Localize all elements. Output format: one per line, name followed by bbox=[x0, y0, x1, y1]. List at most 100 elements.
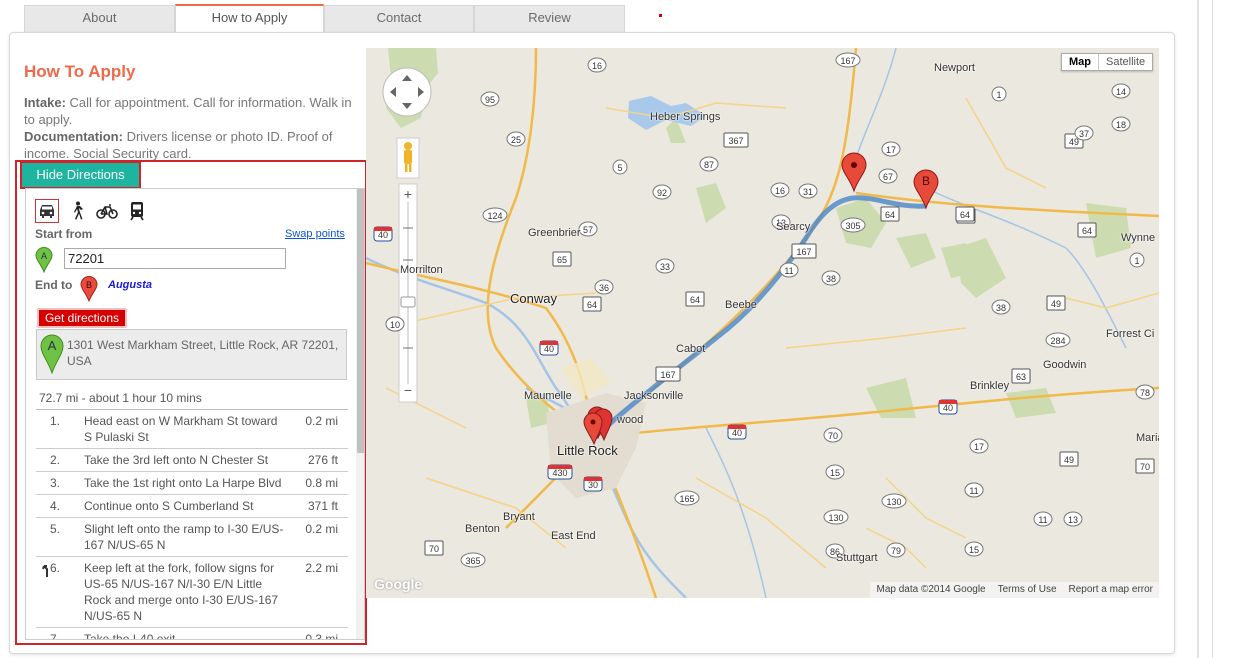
svg-text:64: 64 bbox=[885, 210, 895, 220]
route-shield: 64 bbox=[582, 296, 602, 312]
zoom-in-icon[interactable]: + bbox=[404, 186, 412, 202]
directions-scrollbar-thumb[interactable] bbox=[357, 189, 364, 453]
bicycle-mode-icon[interactable] bbox=[95, 199, 119, 223]
red-marker-dot bbox=[659, 14, 662, 17]
svg-text:40: 40 bbox=[378, 230, 388, 240]
route-shield: 49 bbox=[1046, 295, 1066, 311]
route-shield: 38 bbox=[991, 299, 1011, 315]
svg-text:165: 165 bbox=[679, 494, 694, 504]
street-view-pegman-icon[interactable] bbox=[396, 137, 420, 179]
route-shield: 79 bbox=[886, 542, 906, 558]
intake-label: Intake: bbox=[24, 95, 66, 110]
step-distance: 276 ft bbox=[307, 453, 338, 467]
route-shield: 365 bbox=[460, 552, 486, 568]
svg-text:11: 11 bbox=[784, 266, 793, 276]
google-logo: Google bbox=[374, 576, 423, 592]
svg-text:14: 14 bbox=[1116, 87, 1126, 97]
page-title: How To Apply bbox=[24, 62, 136, 81]
pan-control-icon[interactable] bbox=[382, 67, 432, 117]
hide-directions-button[interactable]: Hide Directions bbox=[20, 161, 141, 189]
direction-step[interactable]: 5. Slight left onto the ramp to I-30 E/US… bbox=[36, 518, 348, 557]
tab-how-to-apply[interactable]: How to Apply bbox=[175, 4, 324, 33]
step-distance: 0.8 mi bbox=[305, 476, 338, 490]
route-shield: 11 bbox=[779, 262, 799, 278]
town-label: Marian bbox=[1136, 432, 1159, 444]
route-shield: 367 bbox=[723, 132, 749, 148]
directions-panel: Start from Swap points A End to B August… bbox=[25, 188, 365, 640]
direction-step[interactable]: 1. Head east on W Markham St toward S Pul… bbox=[36, 410, 348, 449]
map-type-map-button[interactable]: Map bbox=[1062, 54, 1099, 70]
direction-step[interactable]: 3. Take the 1st right onto La Harpe Blvd 0… bbox=[36, 472, 348, 495]
route-shield: 31 bbox=[798, 183, 818, 199]
tab-contact[interactable]: Contact bbox=[324, 5, 474, 32]
pin-a-letter: A bbox=[41, 251, 47, 261]
svg-text:70: 70 bbox=[828, 431, 838, 441]
svg-text:64: 64 bbox=[1082, 226, 1092, 236]
route-shield: 25 bbox=[506, 131, 526, 147]
route-shield: 14 bbox=[1111, 83, 1131, 99]
svg-text:70: 70 bbox=[1140, 462, 1150, 472]
route-shield: 36 bbox=[594, 279, 614, 295]
svg-text:63: 63 bbox=[1016, 372, 1026, 382]
town-label: Bryant bbox=[503, 511, 535, 523]
route-shield: 284 bbox=[1045, 332, 1071, 348]
route-shield: 11 bbox=[1033, 511, 1053, 527]
svg-text:38: 38 bbox=[996, 303, 1006, 313]
zoom-slider[interactable] bbox=[398, 183, 418, 403]
svg-text:16: 16 bbox=[775, 186, 785, 196]
map-view[interactable]: + − B 167 95 25 16 5 87 92 367 16 36 57 31 13 33 11 17 3… bbox=[366, 48, 1159, 598]
tab-about[interactable]: About bbox=[24, 5, 175, 32]
svg-text:367: 367 bbox=[728, 136, 743, 146]
direction-step[interactable]: 4. Continue onto S Cumberland St 371 ft bbox=[36, 495, 348, 518]
route-summary: 72.7 mi - about 1 hour 10 mins bbox=[39, 391, 202, 405]
map-type-satellite-button[interactable]: Satellite bbox=[1099, 54, 1152, 70]
start-from-label: Start from bbox=[35, 227, 93, 241]
svg-text:49: 49 bbox=[1051, 299, 1061, 309]
svg-text:64: 64 bbox=[587, 300, 597, 310]
terms-of-use-link[interactable]: Terms of Use bbox=[998, 584, 1057, 596]
documentation-label: Documentation: bbox=[24, 129, 123, 144]
svg-text:18: 18 bbox=[1116, 120, 1126, 130]
svg-text:30: 30 bbox=[588, 480, 598, 490]
svg-text:40: 40 bbox=[544, 344, 554, 354]
svg-text:64: 64 bbox=[960, 210, 970, 220]
town-label: Wynne bbox=[1121, 232, 1156, 244]
swap-points-link[interactable]: Swap points bbox=[285, 228, 345, 240]
start-location-input[interactable] bbox=[64, 248, 286, 269]
direction-step[interactable]: 6. Keep left at the fork, follow signs fo… bbox=[36, 557, 348, 628]
route-shield: 10 bbox=[385, 316, 405, 332]
route-shield: 65 bbox=[552, 251, 572, 267]
svg-text:38: 38 bbox=[826, 274, 836, 284]
transit-mode-icon[interactable] bbox=[125, 199, 149, 223]
right-border-line bbox=[1212, 0, 1213, 658]
car-mode-icon[interactable] bbox=[35, 199, 59, 223]
route-shield: 15 bbox=[964, 541, 984, 557]
walking-mode-icon[interactable] bbox=[65, 199, 89, 223]
route-shield: 67 bbox=[878, 168, 898, 184]
svg-text:305: 305 bbox=[845, 221, 860, 231]
svg-text:95: 95 bbox=[485, 95, 495, 105]
svg-text:124: 124 bbox=[487, 211, 502, 221]
pin-b-letter: B bbox=[86, 280, 92, 290]
route-shield: 49 bbox=[1059, 451, 1079, 467]
step-distance: 0.2 mi bbox=[305, 414, 338, 428]
step-number: 1. bbox=[50, 414, 61, 428]
route-shield: 167 bbox=[655, 366, 681, 382]
svg-text:284: 284 bbox=[1050, 336, 1065, 346]
route-shield: 78 bbox=[1135, 384, 1155, 400]
svg-text:78: 78 bbox=[1140, 388, 1150, 398]
green-marker-large-a-icon: A bbox=[40, 334, 64, 378]
get-directions-button[interactable]: Get directions bbox=[37, 308, 127, 328]
svg-text:57: 57 bbox=[583, 225, 593, 235]
direction-step[interactable]: 2. Take the 3rd left onto N Chester St 276… bbox=[36, 449, 348, 472]
report-map-error-link[interactable]: Report a map error bbox=[1069, 584, 1153, 596]
svg-text:49: 49 bbox=[1069, 137, 1079, 147]
svg-text:37: 37 bbox=[1079, 129, 1089, 139]
town-label: Goodwin bbox=[1043, 359, 1087, 371]
route-shield: 5 bbox=[612, 159, 628, 175]
step-distance: 0.3 mi bbox=[305, 632, 338, 640]
direction-step[interactable]: 7. Take the I-40 exit 0.3 mi bbox=[36, 628, 348, 640]
tab-review[interactable]: Review bbox=[474, 5, 625, 32]
red-marker-b-icon: B bbox=[80, 276, 98, 307]
zoom-out-icon[interactable]: − bbox=[404, 382, 412, 398]
